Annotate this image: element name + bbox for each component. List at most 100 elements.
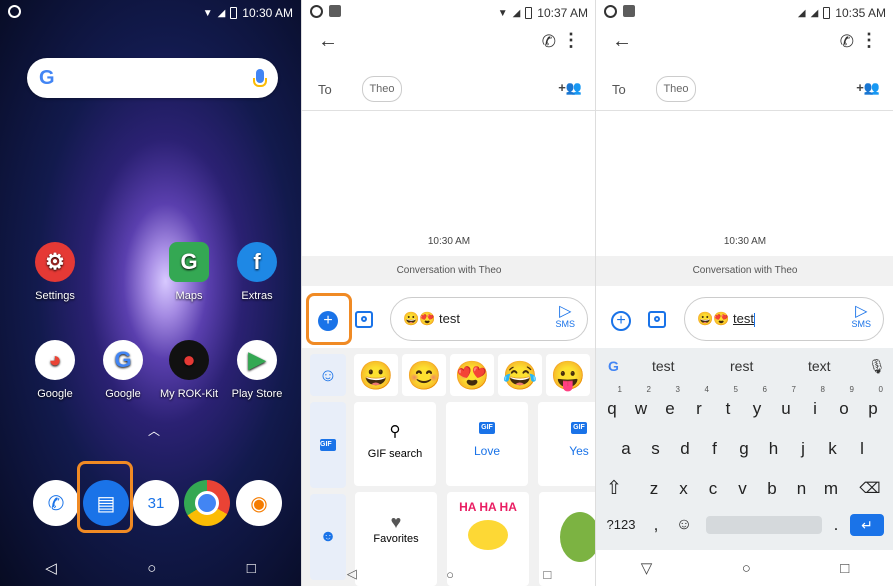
gif-category-yes[interactable]: GIF Yes [538,402,596,486]
emoji-tongue[interactable]: 😛 [546,354,590,396]
more-options-icon[interactable]: ⋮ [562,30,580,51]
key-s[interactable]: s [644,434,668,464]
recents-icon[interactable]: □ [247,560,256,577]
compose-text: 😀😍 test [697,311,755,327]
add-attachment-icon[interactable]: + [318,311,338,331]
key-n[interactable]: n [790,474,814,504]
key-o[interactable]: o9 [832,386,856,424]
key-y[interactable]: y6 [745,386,769,424]
app-drawer-chevron-icon[interactable]: ︿ [148,422,160,439]
message-compose-field[interactable]: 😀😍 test ▷ SMS [390,297,588,341]
comma-key[interactable]: , [644,510,668,540]
recents-icon[interactable]: □ [543,567,551,582]
battery-icon [525,7,533,19]
key-a[interactable]: a [614,434,638,464]
key-l[interactable]: l [850,434,874,464]
app-maps[interactable]: G Maps [154,242,224,302]
key-x[interactable]: x [672,474,696,504]
emoji-smiling[interactable]: 😊 [402,354,446,396]
sync-icon [310,5,323,18]
app-settings[interactable]: ⚙ Settings [20,242,90,302]
key-j[interactable]: j [791,434,815,464]
gif-card-label: Love [473,444,501,458]
recents-icon[interactable]: □ [840,560,849,577]
key-r[interactable]: r4 [687,386,711,424]
camera-icon[interactable] [648,311,666,328]
add-people-icon[interactable]: +👥 [558,80,582,96]
phone-icon[interactable]: ✆ [33,480,79,526]
emoji-grinning[interactable]: 😀 [354,354,398,396]
send-icon: ▷ [855,303,868,320]
key-w[interactable]: w2 [629,386,653,424]
app-google-folder[interactable]: ◕ Google [20,340,90,400]
google-search-bar[interactable]: G [27,58,278,98]
enter-key-icon[interactable]: ↵ [850,514,884,536]
gif-tab[interactable]: GIF [310,402,346,488]
back-arrow-icon[interactable]: ← [318,30,338,53]
add-attachment-icon[interactable]: + [611,311,631,331]
key-t[interactable]: t5 [716,386,740,424]
emoji-key-icon[interactable]: ☺ [672,510,696,540]
key-z[interactable]: z [642,474,666,504]
chrome-icon[interactable] [184,480,230,526]
key-k[interactable]: k [821,434,845,464]
mic-icon[interactable] [253,69,267,87]
key-p[interactable]: p0 [861,386,885,424]
battery-icon [823,7,831,19]
mic-icon[interactable]: 🎙 [868,358,886,375]
call-icon[interactable]: ✆ [542,32,556,52]
recipient-chip[interactable]: Theo [656,76,696,102]
suggestion[interactable]: text [808,358,831,374]
home-icon[interactable]: ○ [446,567,454,582]
period-key[interactable]: . [824,510,848,540]
app-google[interactable]: G Google [88,340,158,400]
back-icon[interactable]: ◁ [45,559,57,577]
emoji-tab-icon[interactable]: ☺ [310,354,346,396]
gif-search-card[interactable]: ⚲ GIF search [354,402,436,486]
shift-key-icon[interactable]: ⇧ [602,474,626,504]
emoji-heart-eyes[interactable]: 😍 [450,354,494,396]
key-g[interactable]: g [732,434,756,464]
key-f[interactable]: f [703,434,727,464]
symbols-key[interactable]: ?123 [604,510,638,540]
home-icon[interactable]: ○ [147,560,156,577]
suggestion[interactable]: test [652,358,675,374]
back-icon[interactable]: ◁ [347,566,357,582]
space-bar[interactable] [706,516,822,534]
key-b[interactable]: b [760,474,784,504]
home-icon[interactable]: ○ [742,560,751,577]
app-play-store[interactable]: ▶ Play Store [222,340,292,400]
emoji-joy[interactable]: 😂 [498,354,542,396]
app-label: Extras [241,290,273,302]
backspace-key-icon[interactable]: ⌫ [858,474,882,504]
key-c[interactable]: c [701,474,725,504]
send-sms-button[interactable]: ▷ SMS [555,304,575,329]
key-u[interactable]: u7 [774,386,798,424]
gif-category-love[interactable]: GIF Love [446,402,528,486]
suggestion[interactable]: rest [730,358,753,374]
app-rok-kit[interactable]: ● My ROK-Kit [154,340,224,400]
message-compose-field[interactable]: 😀😍 test ▷ SMS [684,297,884,341]
more-options-icon[interactable]: ⋮ [860,30,878,51]
key-q[interactable]: q1 [600,386,624,424]
key-v[interactable]: v [731,474,755,504]
back-arrow-icon[interactable]: ← [612,30,632,53]
gboard-g-icon[interactable]: G [608,358,619,374]
key-e[interactable]: e3 [658,386,682,424]
message-timestamp: 10:30 AM [723,236,767,247]
add-people-icon[interactable]: +👥 [856,80,880,96]
message-timestamp: 10:30 AM [427,236,471,247]
camera-app-icon[interactable]: ◉ [236,480,282,526]
key-i[interactable]: i8 [803,386,827,424]
key-h[interactable]: h [762,434,786,464]
call-icon[interactable]: ✆ [840,32,854,52]
key-d[interactable]: d [673,434,697,464]
calendar-icon[interactable]: 31 [133,480,179,526]
back-down-icon[interactable]: ▽ [641,559,653,577]
recipient-chip[interactable]: Theo [362,76,402,102]
calendar-date: 31 [147,494,165,512]
app-extras[interactable]: f Extras [222,242,292,302]
camera-icon[interactable] [355,311,373,328]
send-sms-button[interactable]: ▷ SMS [851,304,871,329]
key-m[interactable]: m [819,474,843,504]
